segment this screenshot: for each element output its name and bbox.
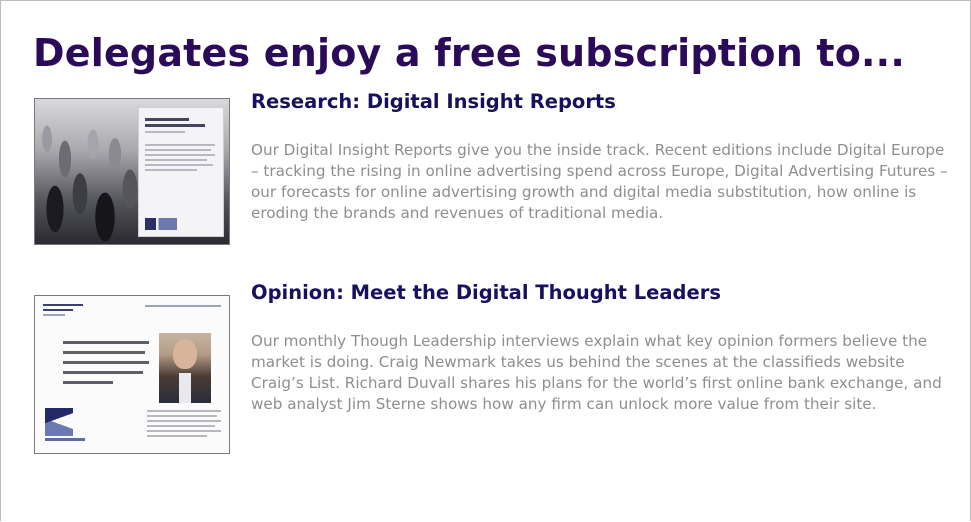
section-body-research: Our Digital Insight Reports give you the… (251, 141, 948, 222)
research-report-thumbnail (34, 98, 230, 245)
report-cover (138, 107, 224, 237)
section-title-research: Research: Digital Insight Reports (251, 90, 616, 113)
opinion-interview-thumbnail (34, 295, 230, 454)
slide: Delegates enjoy a free subscription to..… (0, 0, 971, 521)
section-title-opinion: Opinion: Meet the Digital Thought Leader… (251, 281, 721, 304)
section-body-opinion: Our monthly Though Leadership interviews… (251, 332, 942, 413)
company-logo-icon (45, 408, 73, 436)
page-title: Delegates enjoy a free subscription to..… (33, 31, 905, 75)
company-logo-icon (145, 218, 177, 230)
interviewee-portrait (159, 333, 211, 403)
